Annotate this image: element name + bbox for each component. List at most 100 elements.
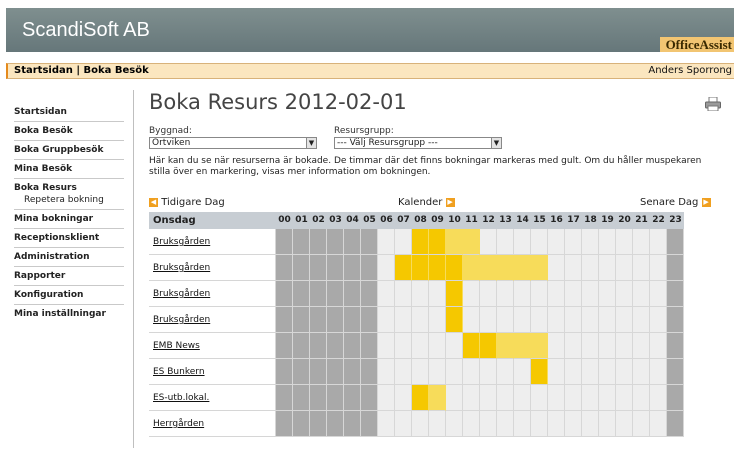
booked-slot[interactable] — [531, 255, 548, 281]
free-slot[interactable] — [633, 359, 650, 385]
free-slot[interactable] — [599, 359, 616, 385]
free-slot[interactable] — [378, 255, 395, 281]
sidebar-item-administration[interactable]: Administration — [14, 250, 124, 267]
booked-slot[interactable] — [395, 255, 412, 281]
free-slot[interactable] — [514, 229, 531, 255]
sidebar-item-receptionsklient[interactable]: Receptionsklient — [14, 231, 124, 248]
free-slot[interactable] — [633, 411, 650, 437]
resource-link[interactable]: Bruksgården — [153, 237, 210, 247]
free-slot[interactable] — [497, 411, 514, 437]
sidebar-item-boka-besok[interactable]: Boka Besök — [14, 124, 124, 141]
free-slot[interactable] — [616, 229, 633, 255]
free-slot[interactable] — [480, 229, 497, 255]
sidebar-item-mina-installningar[interactable]: Mina inställningar — [14, 307, 124, 323]
booked-slot[interactable] — [497, 255, 514, 281]
free-slot[interactable] — [429, 281, 446, 307]
free-slot[interactable] — [446, 359, 463, 385]
booked-slot[interactable] — [480, 255, 497, 281]
free-slot[interactable] — [395, 307, 412, 333]
booked-slot[interactable] — [531, 359, 548, 385]
breadcrumb-current[interactable]: Boka Besök — [83, 65, 148, 76]
free-slot[interactable] — [565, 359, 582, 385]
free-slot[interactable] — [463, 281, 480, 307]
free-slot[interactable] — [463, 385, 480, 411]
free-slot[interactable] — [412, 281, 429, 307]
resource-link[interactable]: Herrgården — [153, 419, 204, 429]
resource-link[interactable]: Bruksgården — [153, 315, 210, 325]
free-slot[interactable] — [412, 359, 429, 385]
free-slot[interactable] — [378, 333, 395, 359]
free-slot[interactable] — [548, 255, 565, 281]
sidebar-item-boka-gruppbesok[interactable]: Boka Gruppbesök — [14, 143, 124, 160]
free-slot[interactable] — [548, 333, 565, 359]
free-slot[interactable] — [582, 255, 599, 281]
free-slot[interactable] — [650, 359, 667, 385]
free-slot[interactable] — [480, 385, 497, 411]
free-slot[interactable] — [514, 281, 531, 307]
booked-slot[interactable] — [446, 229, 463, 255]
free-slot[interactable] — [395, 411, 412, 437]
booked-slot[interactable] — [412, 385, 429, 411]
free-slot[interactable] — [480, 281, 497, 307]
free-slot[interactable] — [565, 385, 582, 411]
free-slot[interactable] — [565, 229, 582, 255]
booked-slot[interactable] — [497, 333, 514, 359]
sidebar-item-boka-resurs-label[interactable]: Boka Resurs — [14, 183, 77, 193]
free-slot[interactable] — [531, 307, 548, 333]
sidebar-item-rapporter[interactable]: Rapporter — [14, 269, 124, 286]
free-slot[interactable] — [633, 385, 650, 411]
free-slot[interactable] — [514, 307, 531, 333]
free-slot[interactable] — [412, 333, 429, 359]
free-slot[interactable] — [395, 229, 412, 255]
free-slot[interactable] — [599, 411, 616, 437]
free-slot[interactable] — [650, 333, 667, 359]
free-slot[interactable] — [650, 255, 667, 281]
free-slot[interactable] — [531, 385, 548, 411]
booked-slot[interactable] — [446, 255, 463, 281]
free-slot[interactable] — [599, 385, 616, 411]
booked-slot[interactable] — [412, 229, 429, 255]
free-slot[interactable] — [582, 385, 599, 411]
free-slot[interactable] — [446, 385, 463, 411]
free-slot[interactable] — [497, 359, 514, 385]
calendar-link[interactable]: Kalender ▶ — [398, 197, 455, 208]
free-slot[interactable] — [616, 281, 633, 307]
free-slot[interactable] — [582, 411, 599, 437]
free-slot[interactable] — [650, 281, 667, 307]
resource-link[interactable]: ES Bunkern — [153, 367, 205, 377]
free-slot[interactable] — [650, 229, 667, 255]
booked-slot[interactable] — [446, 307, 463, 333]
sidebar-item-mina-besok[interactable]: Mina Besök — [14, 162, 124, 179]
free-slot[interactable] — [446, 411, 463, 437]
booked-slot[interactable] — [463, 255, 480, 281]
free-slot[interactable] — [616, 333, 633, 359]
free-slot[interactable] — [429, 307, 446, 333]
prev-day-link[interactable]: ◀ Tidigare Dag — [149, 197, 225, 208]
free-slot[interactable] — [565, 255, 582, 281]
booked-slot[interactable] — [429, 385, 446, 411]
printer-icon[interactable] — [705, 97, 721, 111]
free-slot[interactable] — [616, 255, 633, 281]
next-day-link[interactable]: Senare Dag ▶ — [640, 197, 711, 208]
resource-link[interactable]: EMB News — [153, 341, 200, 351]
free-slot[interactable] — [650, 307, 667, 333]
building-select[interactable]: Ortviken ▼ — [149, 137, 317, 149]
free-slot[interactable] — [531, 411, 548, 437]
free-slot[interactable] — [412, 411, 429, 437]
free-slot[interactable] — [633, 229, 650, 255]
booked-slot[interactable] — [429, 255, 446, 281]
free-slot[interactable] — [582, 333, 599, 359]
free-slot[interactable] — [633, 333, 650, 359]
free-slot[interactable] — [395, 385, 412, 411]
sidebar-item-startsidan[interactable]: Startsidan — [14, 105, 124, 122]
resource-link[interactable]: Bruksgården — [153, 289, 210, 299]
free-slot[interactable] — [480, 359, 497, 385]
resource-link[interactable]: Bruksgården — [153, 263, 210, 273]
free-slot[interactable] — [633, 307, 650, 333]
free-slot[interactable] — [497, 281, 514, 307]
free-slot[interactable] — [616, 411, 633, 437]
free-slot[interactable] — [395, 333, 412, 359]
free-slot[interactable] — [582, 359, 599, 385]
free-slot[interactable] — [565, 307, 582, 333]
free-slot[interactable] — [650, 411, 667, 437]
